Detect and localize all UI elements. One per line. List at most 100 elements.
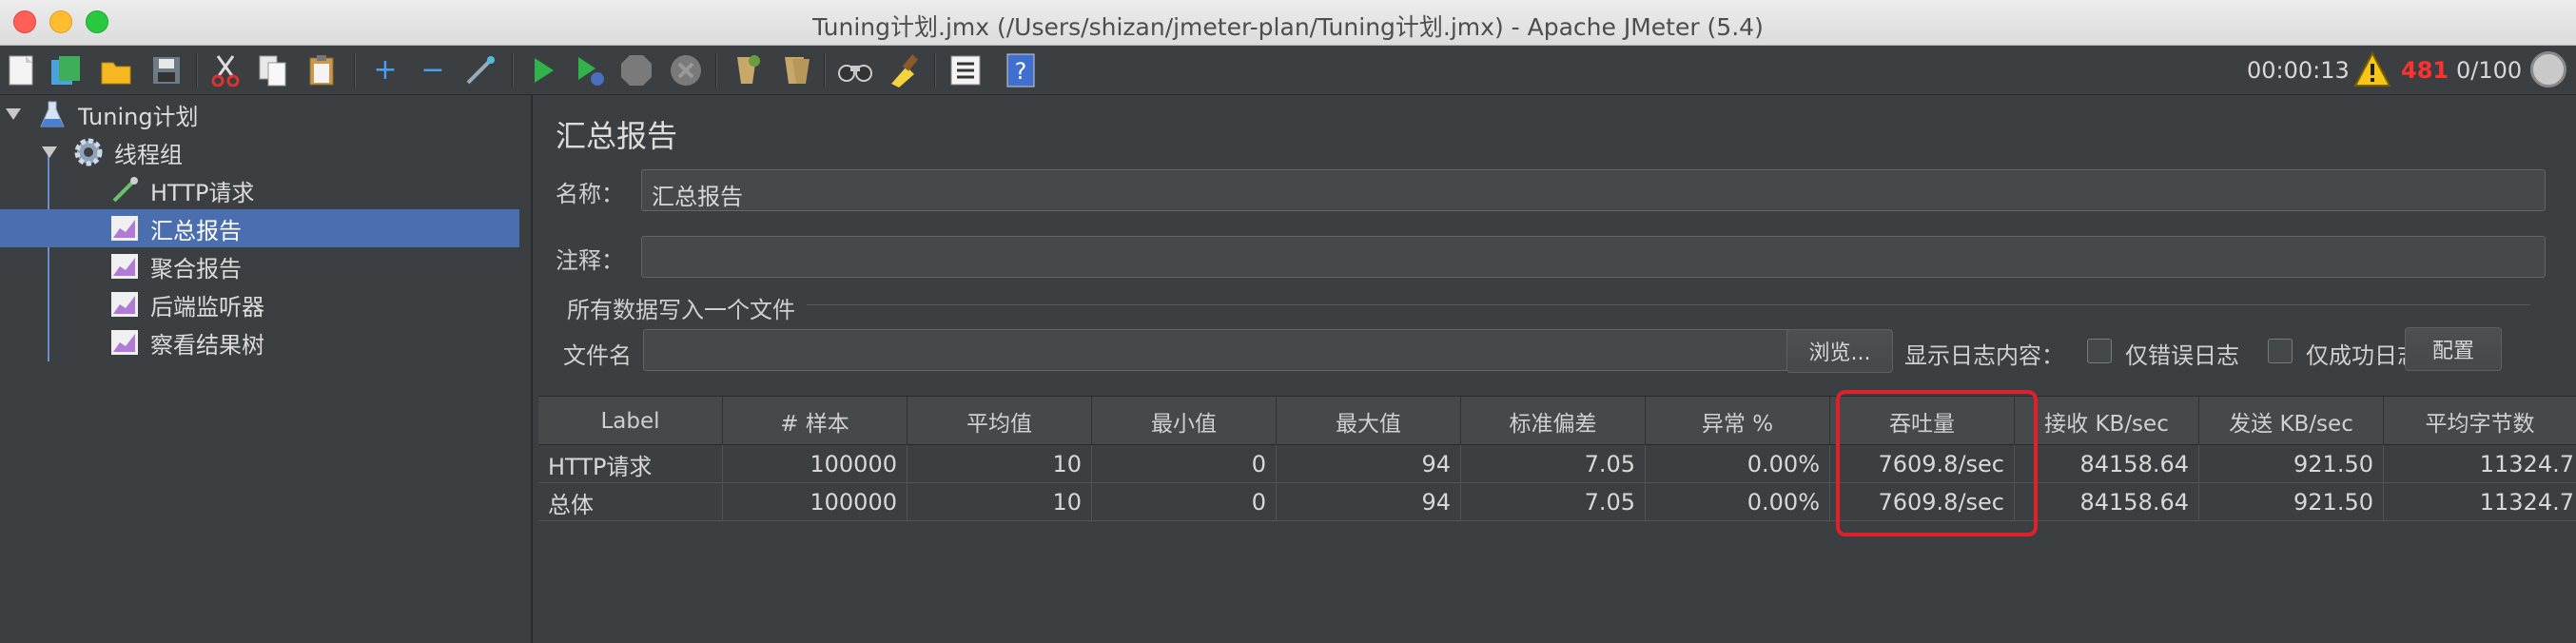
summary-report-panel: 汇总报告 名称： 汇总报告 注释： 所有数据写入一个文件 文件名 浏览... 显… — [535, 95, 2576, 643]
errors-only-label: 仅错误日志 — [2125, 342, 2239, 369]
configure-button[interactable]: 配置 — [2405, 327, 2502, 371]
start-icon[interactable] — [525, 52, 561, 88]
table-cell: 84158.64 — [2015, 483, 2199, 521]
tree-item-http-request[interactable]: HTTP请求 — [0, 171, 519, 209]
table-cell: 10 — [907, 483, 1092, 521]
tree-item-test-plan[interactable]: Tuning计划 — [0, 95, 519, 133]
gear-icon — [72, 136, 105, 168]
collapse-arrow-icon[interactable] — [42, 146, 57, 158]
comment-label: 注释： — [556, 247, 624, 274]
browse-button[interactable]: 浏览... — [1786, 329, 1893, 373]
table-cell: 100000 — [723, 445, 907, 483]
tree-item-thread-group[interactable]: 线程组 — [0, 133, 519, 171]
toggle-icon[interactable] — [462, 52, 498, 88]
tree-item-aggregate-report[interactable]: 聚合报告 — [0, 247, 519, 285]
save-icon[interactable] — [148, 52, 185, 88]
filename-label: 文件名 — [563, 342, 632, 369]
name-label: 名称： — [556, 181, 624, 207]
stop-icon[interactable] — [618, 52, 654, 88]
clear-all-icon[interactable] — [778, 52, 814, 88]
successes-only-checkbox[interactable] — [2268, 339, 2293, 363]
paste-icon[interactable] — [304, 52, 341, 88]
clear-icon[interactable] — [729, 52, 765, 88]
column-header[interactable]: 最小值 — [1092, 397, 1277, 446]
collapse-icon[interactable]: − — [415, 52, 451, 88]
expand-icon[interactable]: + — [367, 52, 403, 88]
tree-item-label: 汇总报告 — [150, 217, 242, 244]
panel-title: 汇总报告 — [556, 118, 678, 154]
table-cell: 94 — [1277, 445, 1461, 483]
start-no-pause-icon[interactable] — [573, 52, 609, 88]
chart-icon — [108, 326, 141, 359]
pipette-icon — [108, 174, 141, 206]
new-icon[interactable] — [4, 52, 40, 88]
column-header[interactable]: 异常 % — [1646, 397, 1830, 446]
help-icon[interactable]: ? — [1003, 52, 1039, 88]
table-header: Label # 样本 平均值 最小值 最大值 标准偏差 异常 % 吞吐量 接收 … — [538, 396, 2576, 446]
comment-field[interactable] — [641, 236, 2546, 278]
elapsed-time: 00:00:13 — [2247, 57, 2350, 84]
table-cell: 10 — [907, 445, 1092, 483]
column-header[interactable]: 最大值 — [1277, 397, 1461, 446]
open-icon[interactable] — [99, 52, 135, 88]
copy-icon[interactable] — [255, 52, 291, 88]
tree-item-label: HTTP请求 — [150, 179, 255, 206]
error-count: 481 — [2401, 57, 2449, 84]
column-header[interactable]: 平均值 — [907, 397, 1092, 446]
tree-item-label: 察看结果树 — [150, 331, 264, 359]
chart-icon — [108, 250, 141, 283]
table-cell: 94 — [1277, 483, 1461, 521]
collapse-arrow-icon[interactable] — [6, 108, 21, 120]
search-icon[interactable] — [837, 52, 873, 88]
table-cell: 0 — [1092, 445, 1277, 483]
active-threads-counter: 0/100 — [2456, 57, 2523, 84]
function-helper-icon[interactable] — [947, 52, 984, 88]
test-plan-tree: Tuning计划 线程组 HTTP请求 汇总报告 聚合报告 后端监听器 察看结果… — [0, 95, 533, 643]
table-cell: 84158.64 — [2015, 445, 2199, 483]
cut-icon[interactable] — [207, 52, 244, 88]
table-row[interactable]: 总体 100000 10 0 94 7.05 0.00% 7609.8/sec … — [538, 483, 2576, 521]
table-row[interactable]: HTTP请求 100000 10 0 94 7.05 0.00% 7609.8/… — [538, 445, 2576, 483]
window-title-bar: Tuning计划.jmx (/Users/shizan/jmeter-plan/… — [0, 0, 2576, 46]
table-cell: 11324.7 — [2479, 489, 2574, 516]
errors-only-checkbox[interactable] — [2087, 339, 2112, 363]
column-header[interactable]: 发送 KB/sec — [2199, 397, 2384, 446]
tree-item-label: 聚合报告 — [150, 255, 242, 283]
table-cell: 7.05 — [1461, 445, 1646, 483]
column-header[interactable]: 接收 KB/sec — [2015, 397, 2199, 446]
group-divider — [807, 304, 2530, 305]
log-content-label: 显示日志内容： — [1904, 342, 2064, 369]
svg-text:?: ? — [1015, 58, 1027, 85]
throughput-highlight-box — [1836, 390, 2038, 536]
table-cell: 总体 — [538, 483, 723, 521]
table-cell: 0 — [1092, 483, 1277, 521]
table-cell: 0.00% — [1646, 483, 1830, 521]
table-cell: 100000 — [723, 483, 907, 521]
tree-item-label: 线程组 — [114, 141, 183, 168]
table-cell: 0.00% — [1646, 445, 1830, 483]
table-cell: HTTP请求 — [538, 445, 723, 483]
warning-icon[interactable] — [2353, 50, 2391, 88]
templates-icon[interactable] — [48, 52, 84, 88]
file-group-title: 所有数据写入一个文件 — [567, 297, 795, 323]
table-cell: 7.05 — [1461, 483, 1646, 521]
column-header[interactable]: # 样本 — [723, 397, 907, 446]
column-header[interactable]: Label — [538, 397, 723, 446]
window-title: Tuning计划.jmx (/Users/shizan/jmeter-plan/… — [812, 13, 1764, 41]
filename-field[interactable] — [643, 329, 1819, 371]
chart-icon — [108, 212, 141, 244]
successes-only-label: 仅成功日志 — [2306, 342, 2420, 369]
table-cell: 921.50 — [2199, 445, 2384, 483]
chart-icon — [108, 288, 141, 321]
tree-item-backend-listener[interactable]: 后端监听器 — [0, 285, 519, 323]
tree-item-summary-report[interactable]: 汇总报告 — [0, 209, 519, 247]
column-header[interactable]: 平均字节数 — [2384, 397, 2576, 446]
tree-item-view-results-tree[interactable]: 察看结果树 — [0, 323, 519, 361]
name-field[interactable]: 汇总报告 — [641, 169, 2546, 211]
test-plan-icon — [36, 98, 68, 130]
toolbar: + − ? 00:00:13 481 0/100 — [0, 46, 2576, 95]
column-header[interactable]: 标准偏差 — [1461, 397, 1646, 446]
tree-item-label: Tuning计划 — [78, 103, 199, 130]
shutdown-icon[interactable] — [668, 52, 704, 88]
reset-search-icon[interactable] — [887, 52, 923, 88]
